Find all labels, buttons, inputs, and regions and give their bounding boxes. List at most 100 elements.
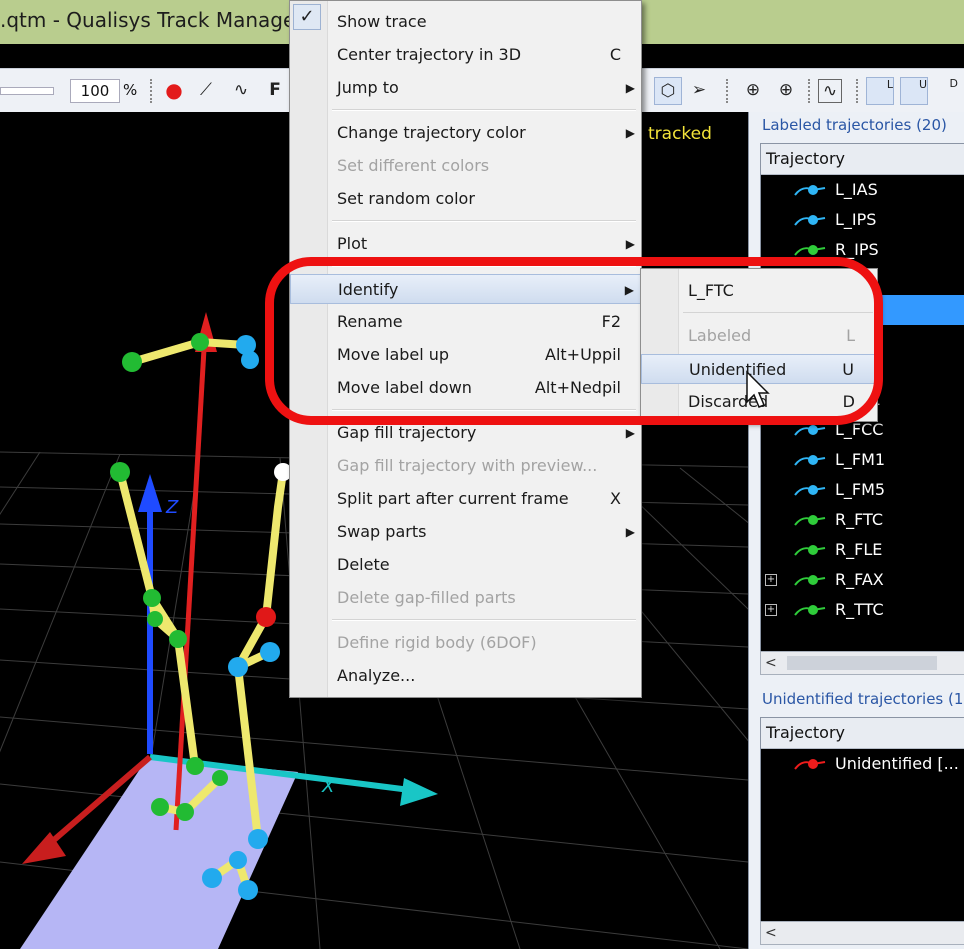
unidentified-rows: Unidentified [...: [761, 749, 964, 779]
menu-item-plot[interactable]: Plot ▶: [290, 229, 641, 259]
trajectory-row[interactable]: L_FM5: [761, 475, 964, 505]
toolbar-separator: [726, 79, 728, 103]
trajectory-row[interactable]: L_FM1: [761, 445, 964, 475]
scroll-thumb[interactable]: [787, 656, 937, 670]
trajectory-row[interactable]: R_IPS: [761, 235, 964, 265]
trajectory-label: R_FLE: [835, 540, 883, 559]
trajectory-marker-icon: [794, 455, 826, 466]
trajectory-label: L_FM5: [835, 480, 886, 499]
menu-item-split-part-after-current-frame[interactable]: Split part after current frame X: [290, 484, 641, 514]
submenu-item-label: Labeled: [688, 326, 752, 345]
trajectory-row[interactable]: + R_TTC: [761, 595, 964, 625]
z-axis-label: Z: [166, 497, 179, 518]
trajectory-row[interactable]: Unidentified [...: [761, 749, 964, 779]
menu-item-gap-fill-trajectory[interactable]: Gap fill trajectory ▶: [290, 418, 641, 448]
menu-separator: [332, 265, 636, 267]
menu-item-delete-gap-filled-parts: Delete gap-filled parts: [290, 583, 641, 613]
record-dot-icon[interactable]: ●: [161, 77, 187, 103]
marker-label-u-text: U: [918, 78, 927, 91]
trajectory-column-header[interactable]: Trajectory: [761, 718, 964, 749]
menu-item-label: Swap parts: [337, 522, 427, 541]
select-tool-icon[interactable]: ➢: [686, 77, 712, 103]
submenu-item-label: Unidentified: [689, 360, 787, 379]
menu-item-label: Show trace: [337, 12, 427, 31]
menu-item-label: Gap fill trajectory: [337, 423, 477, 442]
unidentified-horizontal-scrollbar[interactable]: <: [760, 921, 964, 945]
scroll-left-arrow[interactable]: <: [765, 652, 777, 674]
menu-item-shortcut: Alt+Nedpil: [534, 378, 621, 397]
menu-item-label: Change trajectory color: [337, 123, 526, 142]
menu-item-set-different-colors: Set different colors: [290, 151, 641, 181]
trajectory-row[interactable]: R_FTC: [761, 505, 964, 535]
labeled-horizontal-scrollbar[interactable]: <: [760, 651, 964, 675]
menu-item-move-label-up[interactable]: Move label up Alt+Uppil: [290, 340, 641, 370]
menu-item-show-trace[interactable]: Show trace: [290, 7, 641, 37]
toolbar-separator: [808, 79, 810, 103]
trajectory-label: L_FM1: [835, 450, 886, 469]
trajectory-row[interactable]: + R_FAX: [761, 565, 964, 595]
menu-item-label: Move label up: [337, 345, 450, 364]
3d-view-icon[interactable]: ⬡: [654, 77, 682, 105]
submenu-arrow-icon: ▶: [625, 126, 635, 140]
submenu-item-l-ftc[interactable]: L_FTC: [641, 276, 877, 306]
labeled-trajectories-title: Labeled trajectories (20): [762, 116, 947, 134]
menu-separator: [332, 109, 636, 111]
marker-label-l-icon[interactable]: L: [866, 77, 894, 105]
trajectory-row[interactable]: L_IAS: [761, 175, 964, 205]
menu-item-shortcut: C: [609, 45, 621, 64]
zoom-slider[interactable]: [0, 87, 54, 95]
center-icon[interactable]: ⊕: [740, 77, 766, 103]
trajectory-row[interactable]: R_FLE: [761, 535, 964, 565]
menu-item-change-trajectory-color[interactable]: Change trajectory color ▶: [290, 118, 641, 148]
menu-item-label: Delete: [337, 555, 390, 574]
scroll-left-arrow[interactable]: <: [765, 922, 777, 944]
submenu-arrow-icon: ▶: [625, 426, 635, 440]
trajectory-context-menu: ✓ Show trace Center trajectory in 3D C Jump…: [289, 0, 642, 698]
menu-separator: [332, 220, 636, 222]
trajectory-label: R_TTC: [835, 600, 884, 619]
trajectory-row[interactable]: L_IPS: [761, 205, 964, 235]
trajectory-tool-icon[interactable]: ∿: [228, 77, 254, 103]
menu-item-identify[interactable]: Identify ▶: [290, 274, 641, 304]
menu-item-delete[interactable]: Delete: [290, 550, 641, 580]
add-center-icon[interactable]: ⊕: [773, 77, 799, 103]
submenu-item-shortcut: D: [842, 392, 855, 411]
menu-item-shortcut: F2: [601, 312, 621, 331]
menu-separator: [683, 312, 873, 313]
submenu-item-labeled: Labeled L: [641, 321, 877, 351]
menu-item-rename[interactable]: Rename F2: [290, 307, 641, 337]
menu-separator: [332, 409, 636, 411]
submenu-item-shortcut: L: [846, 326, 855, 345]
submenu-arrow-icon: ▶: [625, 525, 635, 539]
submenu-item-shortcut: U: [842, 360, 854, 379]
submenu-arrow-icon: ▶: [625, 81, 635, 95]
trajectory-label: L_IPS: [835, 210, 877, 229]
expand-toggle-icon[interactable]: +: [765, 574, 777, 586]
pick-tool-icon[interactable]: ⟋: [193, 77, 219, 103]
menu-item-label: Identify: [338, 280, 399, 299]
marker-label-d-text: D: [949, 77, 958, 90]
menu-item-jump-to[interactable]: Jump to ▶: [290, 73, 641, 103]
menu-item-analyze[interactable]: Analyze...: [290, 661, 641, 691]
menu-item-shortcut: X: [610, 489, 621, 508]
menu-item-swap-parts[interactable]: Swap parts ▶: [290, 517, 641, 547]
f-tool-button[interactable]: F: [262, 77, 288, 103]
marker-label-l-text: L: [886, 78, 893, 91]
trajectory-marker-icon: [794, 545, 826, 556]
marker-label-u-icon[interactable]: U: [900, 77, 928, 105]
trajectory-marker-icon: [794, 515, 826, 526]
menu-item-label: Plot: [337, 234, 368, 253]
menu-item-label: Set different colors: [337, 156, 490, 175]
menu-item-move-label-down[interactable]: Move label down Alt+Nedpil: [290, 373, 641, 403]
trajectory-column-header[interactable]: Trajectory: [761, 144, 964, 175]
menu-item-center-trajectory-in-3d[interactable]: Center trajectory in 3D C: [290, 40, 641, 70]
unidentified-trajectories-list[interactable]: Trajectory Unidentified [...: [760, 717, 964, 922]
menu-item-set-random-color[interactable]: Set random color: [290, 184, 641, 214]
marker-label-d-icon[interactable]: D: [934, 77, 958, 103]
toolbar-separator: [856, 79, 858, 103]
trajectory-marker-icon: [794, 485, 826, 496]
menu-item-label: Center trajectory in 3D: [337, 45, 522, 64]
zoom-input[interactable]: 100: [70, 79, 120, 103]
waveform-icon[interactable]: ∿: [818, 79, 842, 103]
expand-toggle-icon[interactable]: +: [765, 604, 777, 616]
